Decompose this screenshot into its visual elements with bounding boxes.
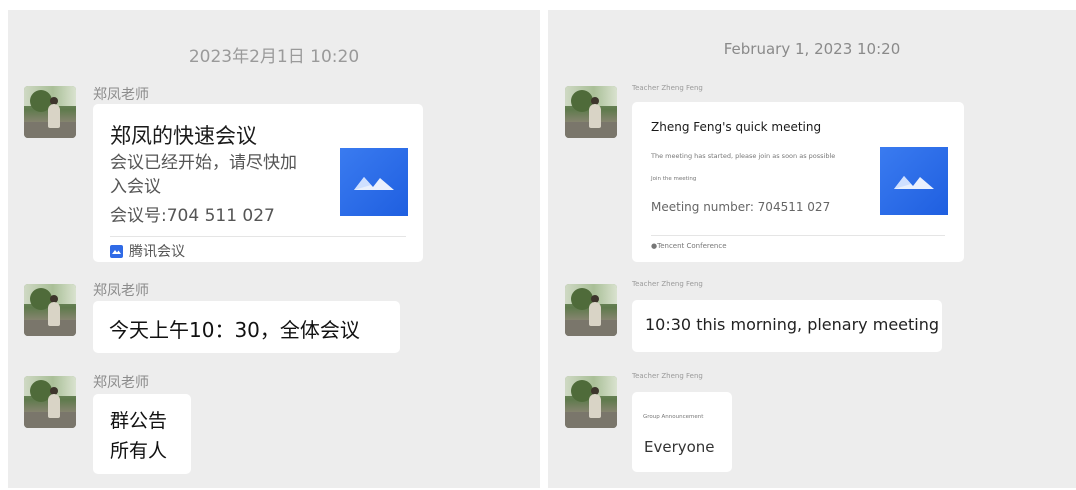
message-bubble[interactable]: 今天上午10：30，全体会议 [93, 301, 400, 353]
announcement-mention: Everyone [644, 438, 715, 456]
card-source: 腾讯会议 [110, 241, 185, 261]
meeting-number: Meeting number: 704511 027 [651, 200, 831, 214]
sender-name: Teacher Zheng Feng [632, 372, 703, 380]
meeting-description-line: 入会议 [110, 177, 161, 197]
chat-panel-chinese: 2023年2月1日 10:20 郑凤老师 郑凤的快速会议 会议已经开始，请尽快加… [8, 10, 540, 488]
tencent-meeting-small-icon [110, 244, 123, 258]
meeting-title: 郑凤的快速会议 [110, 124, 257, 148]
announcement-mention: 所有人 [110, 440, 168, 462]
card-divider [651, 235, 945, 236]
sender-avatar[interactable] [24, 86, 76, 138]
sender-name: 郑凤老师 [93, 283, 149, 299]
announcement-title: 群公告 [110, 410, 168, 432]
sender-avatar[interactable] [565, 284, 617, 336]
announcement-bubble[interactable]: 群公告 所有人 [93, 394, 191, 474]
meeting-title: Zheng Feng's quick meeting [651, 120, 822, 134]
message-text: 今天上午10：30，全体会议 [109, 318, 360, 342]
message-text: 10:30 this morning, plenary meeting [645, 315, 940, 334]
meeting-description: 会议已经开始，请尽快加 入会议 [110, 151, 297, 199]
chat-timestamp: 2023年2月1日 10:20 [188, 47, 360, 67]
sender-name: 郑凤老师 [93, 87, 149, 103]
sender-name: Teacher Zheng Feng [632, 84, 703, 92]
sender-name: 郑凤老师 [93, 375, 149, 391]
tencent-meeting-logo-icon [340, 148, 408, 216]
sender-avatar[interactable] [24, 284, 76, 336]
sender-name: Teacher Zheng Feng [632, 280, 703, 288]
meeting-description-line: 会议已经开始，请尽快加 [110, 153, 297, 173]
card-source-label: 腾讯会议 [129, 244, 185, 260]
meeting-card[interactable]: 郑凤的快速会议 会议已经开始，请尽快加 入会议 会议号:704 511 027 … [93, 104, 423, 262]
card-source-label: ●Tencent Conference [651, 242, 727, 250]
sender-avatar[interactable] [565, 376, 617, 428]
chat-timestamp: February 1, 2023 10:20 [723, 40, 901, 58]
tencent-meeting-logo-icon [880, 147, 948, 215]
meeting-description: The meeting has started, please join as … [651, 152, 836, 160]
announcement-title: Group Announcement [643, 414, 704, 420]
meeting-card[interactable]: Zheng Feng's quick meeting The meeting h… [632, 102, 964, 262]
chat-panel-english: February 1, 2023 10:20 Teacher Zheng Fen… [548, 10, 1076, 488]
join-meeting-label: Join the meeting [651, 176, 697, 182]
message-bubble[interactable]: 10:30 this morning, plenary meeting [632, 300, 942, 352]
announcement-bubble[interactable]: Group Announcement Everyone [632, 392, 732, 472]
card-divider [110, 236, 406, 237]
sender-avatar[interactable] [24, 376, 76, 428]
meeting-number: 会议号:704 511 027 [110, 206, 275, 226]
sender-avatar[interactable] [565, 86, 617, 138]
